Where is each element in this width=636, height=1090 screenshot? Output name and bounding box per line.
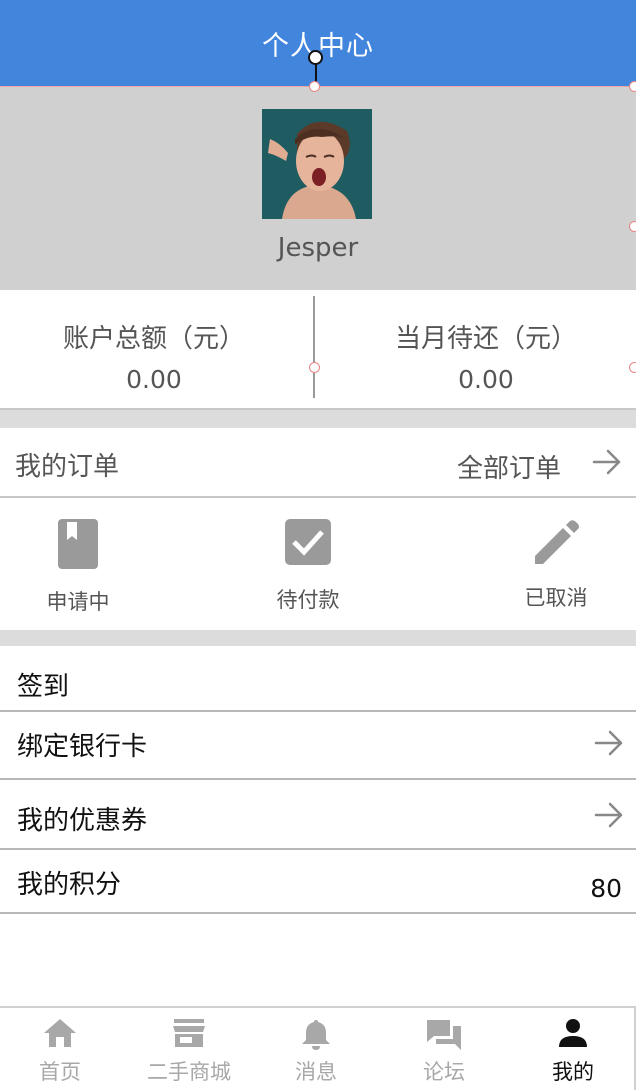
status-pending-payment[interactable]: 待付款 — [260, 518, 356, 614]
points-label: 我的积分 — [17, 870, 122, 900]
resize-handle[interactable] — [309, 362, 320, 373]
status-label: 已取消 — [524, 586, 588, 610]
my-orders-label: 我的订单 — [15, 452, 120, 482]
avatar-image — [262, 109, 372, 219]
bind-card-row[interactable]: 绑定银行卡 — [0, 712, 636, 780]
arrow-right-icon — [594, 801, 624, 833]
bind-card-label: 绑定银行卡 — [17, 732, 148, 762]
monthly-due-value: 0.00 — [458, 365, 514, 394]
tab-label: 消息 — [295, 1060, 337, 1084]
bookmark-icon — [36, 518, 120, 574]
status-label: 申请中 — [46, 590, 110, 614]
bottom-tab-bar: 首页 二手商城 消息 论坛 我的 — [0, 1006, 636, 1090]
account-total[interactable]: 账户总额（元） 0.00 — [0, 290, 308, 410]
points-value: 80 — [590, 874, 622, 903]
tab-secondhand-market[interactable]: 二手商城 — [138, 1008, 240, 1090]
person-icon — [533, 1008, 613, 1052]
tab-forum[interactable]: 论坛 — [404, 1008, 484, 1090]
status-cancelled[interactable]: 已取消 — [514, 518, 598, 612]
checkin-label: 签到 — [17, 672, 70, 702]
status-label: 待付款 — [276, 588, 340, 612]
checkbox-icon — [260, 518, 356, 570]
coupons-label: 我的优惠券 — [17, 806, 148, 836]
monthly-due[interactable]: 当月待还（元） 0.00 — [336, 290, 636, 410]
checkin-row[interactable]: 签到 — [0, 646, 636, 712]
account-total-label: 账户总额（元） — [62, 324, 245, 354]
points-row[interactable]: 我的积分 80 — [0, 850, 636, 914]
tab-mine[interactable]: 我的 — [533, 1008, 613, 1090]
status-applying[interactable]: 申请中 — [36, 518, 120, 616]
home-icon — [20, 1008, 100, 1052]
selection-anchor-handle[interactable] — [308, 50, 323, 65]
tab-label: 首页 — [39, 1060, 81, 1084]
username: Jesper — [277, 233, 359, 263]
coupons-row[interactable]: 我的优惠券 — [0, 780, 636, 850]
resize-handle[interactable] — [309, 81, 320, 92]
tab-label: 我的 — [552, 1060, 594, 1084]
resize-handle[interactable] — [629, 81, 636, 92]
order-status-row: 申请中 待付款 已取消 — [0, 498, 636, 630]
balance-divider — [313, 296, 315, 398]
tab-label: 二手商城 — [147, 1060, 231, 1084]
my-orders-row[interactable]: 我的订单 全部订单 — [0, 428, 636, 498]
section-gap — [0, 410, 636, 428]
forum-icon — [404, 1008, 484, 1052]
tab-messages[interactable]: 消息 — [276, 1008, 356, 1090]
account-total-value: 0.00 — [126, 365, 182, 394]
monthly-due-label: 当月待还（元） — [394, 324, 577, 354]
arrow-right-icon[interactable] — [592, 448, 622, 480]
avatar[interactable] — [262, 109, 372, 219]
resize-handle[interactable] — [629, 221, 636, 232]
bell-icon — [276, 1008, 356, 1052]
section-gap — [0, 630, 636, 646]
pencil-icon — [514, 518, 598, 572]
balance-summary: 账户总额（元） 0.00 当月待还（元） 0.00 — [0, 290, 636, 410]
arrow-right-icon — [594, 729, 624, 761]
app-header: 个人中心 — [0, 0, 636, 86]
resize-handle[interactable] — [629, 362, 636, 373]
tab-label: 论坛 — [423, 1060, 465, 1084]
all-orders-link[interactable]: 全部订单 — [457, 448, 561, 485]
profile-section: Jesper — [0, 81, 636, 290]
tab-home[interactable]: 首页 — [20, 1008, 100, 1090]
store-icon — [138, 1008, 240, 1052]
